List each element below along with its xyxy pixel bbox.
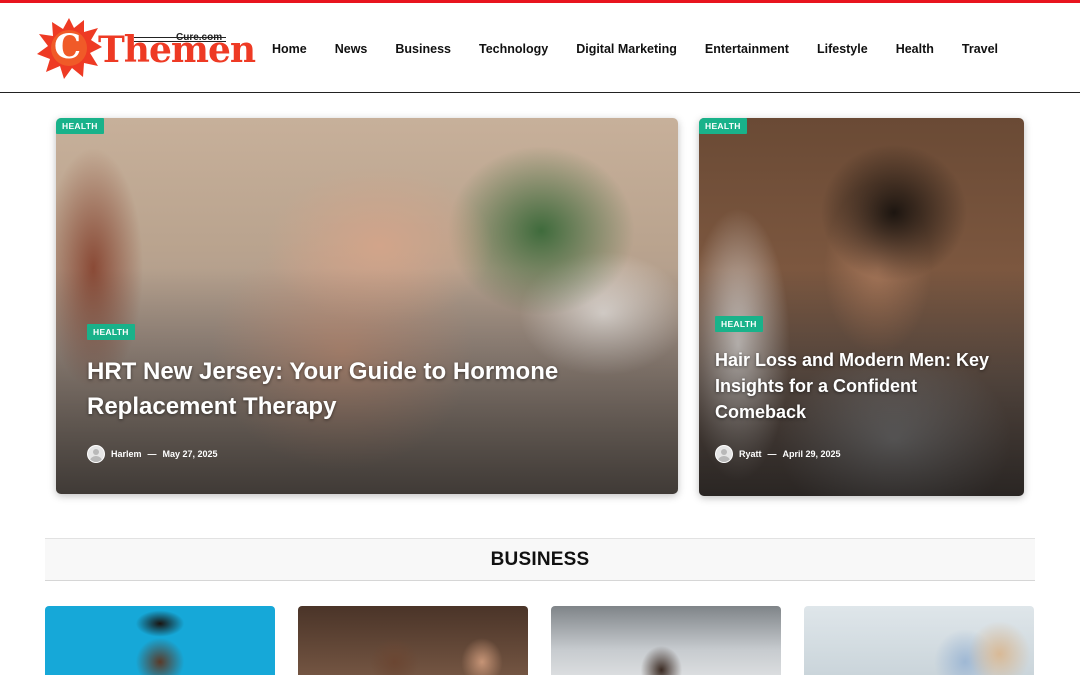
category-badge[interactable]: HEALTH [715,316,763,332]
featured-article-main[interactable]: HEALTH HEALTH HRT New Jersey: Your Guide… [56,118,678,494]
business-article-thumb-1[interactable] [45,606,275,675]
article-title[interactable]: Hair Loss and Modern Men: Key Insights f… [715,347,1005,425]
nav-item-travel[interactable]: Travel [948,39,1012,59]
author-name[interactable]: Harlem [111,445,142,463]
main-nav: Home News Business Technology Digital Ma… [258,39,1012,59]
nav-item-technology[interactable]: Technology [465,39,562,59]
nav-item-digital-marketing[interactable]: Digital Marketing [562,39,691,59]
featured-article-side[interactable]: HEALTH HEALTH Hair Loss and Modern Men: … [699,118,1024,496]
business-article-thumb-3[interactable] [551,606,781,675]
category-badge-top[interactable]: HEALTH [56,118,104,134]
category-badge[interactable]: HEALTH [87,324,135,340]
publish-date: May 27, 2025 [162,449,218,459]
logo-letter: C [54,27,82,67]
nav-item-news[interactable]: News [321,39,382,59]
nav-item-entertainment[interactable]: Entertainment [691,39,803,59]
meta-separator: — [767,449,777,459]
nav-item-home[interactable]: Home [258,39,321,59]
author-name[interactable]: Ryatt [739,445,762,463]
author-avatar[interactable] [87,445,105,463]
category-badge-top[interactable]: HEALTH [699,118,747,134]
site-logo[interactable]: C Cure.com Themen [36,16,256,80]
meta-separator: — [147,449,157,459]
author-avatar[interactable] [715,445,733,463]
nav-item-business[interactable]: Business [381,39,465,59]
section-title: BUSINESS [490,549,590,570]
logo-wordmark: Themen [98,29,256,71]
article-meta: Ryatt — April 29, 2025 [715,445,841,463]
site-header: C Cure.com Themen Home News Business Tec… [0,3,1080,93]
nav-item-lifestyle[interactable]: Lifestyle [803,39,882,59]
nav-item-health[interactable]: Health [882,39,948,59]
article-title[interactable]: HRT New Jersey: Your Guide to Hormone Re… [87,354,607,424]
business-section-header: BUSINESS [45,538,1035,581]
business-article-thumb-4[interactable] [804,606,1034,675]
business-article-thumb-2[interactable] [298,606,528,675]
publish-date: April 29, 2025 [782,449,841,459]
article-meta: Harlem — May 27, 2025 [87,445,218,463]
